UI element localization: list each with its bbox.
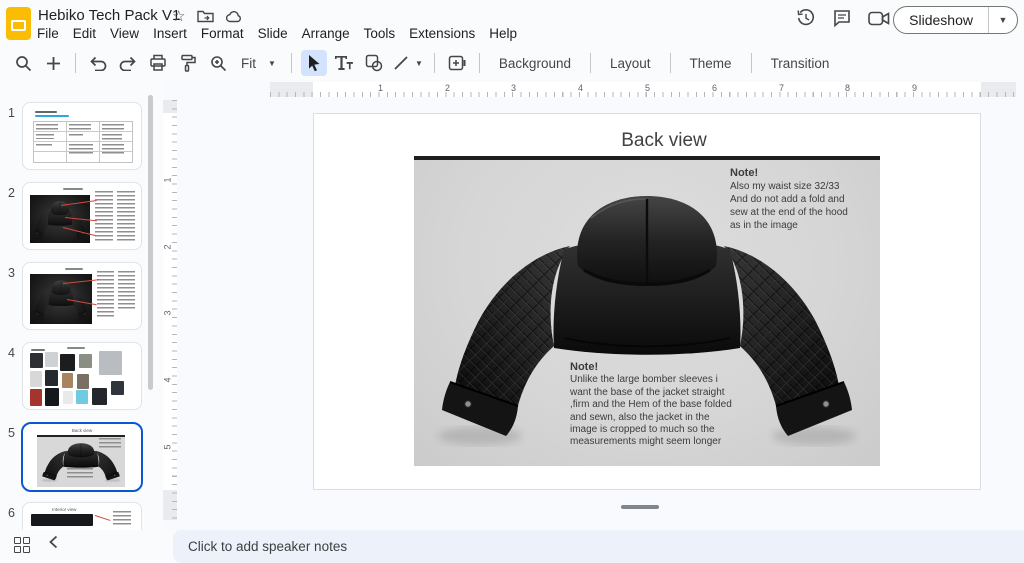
menu-insert[interactable]: Insert — [146, 24, 194, 43]
speaker-notes-placeholder[interactable]: Click to add speaker notes — [188, 539, 347, 554]
google-slides-window: Hebiko Tech Pack V1 ☆ File Edit View Ins… — [0, 0, 1024, 563]
note-bottom: Note! Unlike the large bomber sleeves i … — [570, 361, 748, 449]
search-menus-icon[interactable] — [10, 50, 36, 76]
h-ruler-2: 2 — [445, 83, 450, 93]
slideshow-button[interactable]: Slideshow — [894, 12, 988, 28]
background-button[interactable]: Background — [489, 52, 581, 75]
thumb6-caption: Interior view — [23, 507, 106, 512]
v-ruler-3: 3 — [163, 310, 173, 315]
slide-thumbnail-2[interactable] — [22, 182, 142, 250]
note-bottom-heading: Note! — [570, 361, 598, 373]
menu-edit[interactable]: Edit — [66, 24, 103, 43]
zoom-select-arrow: ▼ — [268, 59, 276, 68]
zoom-select-value: Fit — [241, 56, 256, 71]
comments-icon[interactable] — [833, 9, 851, 27]
editor-canvas: 1 2 3 4 5 6 7 8 9 1 2 3 4 5 Back view — [163, 80, 1024, 530]
redo-icon[interactable] — [115, 50, 141, 76]
main-toolbar: Fit ▼ ▼ Background Layout Theme Transiti… — [0, 47, 1024, 79]
menu-format[interactable]: Format — [194, 24, 251, 43]
note-top-right: Note! Also my waist size 32/33 And do no… — [730, 167, 878, 232]
move-folder-icon[interactable] — [197, 9, 214, 23]
star-icon[interactable]: ☆ — [172, 7, 185, 25]
v-ruler-1: 1 — [163, 177, 173, 182]
slide-thumbnail-5-selected[interactable]: Back view — [21, 422, 143, 492]
line-tool-arrow: ▼ — [415, 59, 423, 68]
text-tool-icon[interactable] — [331, 50, 357, 76]
h-ruler-8: 8 — [845, 83, 850, 93]
h-ruler-6: 6 — [712, 83, 717, 93]
slide-number-6: 6 — [8, 506, 15, 520]
slide-thumbnail-3[interactable] — [22, 262, 142, 330]
speaker-notes-panel[interactable]: Click to add speaker notes — [173, 530, 1024, 563]
slide-filmstrip: 1 2 3 4 5 6 — [0, 80, 163, 530]
h-ruler-5: 5 — [645, 83, 650, 93]
menu-tools[interactable]: Tools — [357, 24, 403, 43]
print-icon[interactable] — [145, 50, 171, 76]
v-ruler-4: 4 — [163, 377, 173, 382]
slide-number-3: 3 — [8, 266, 15, 280]
slide-number-5: 5 — [8, 426, 15, 440]
version-history-icon[interactable] — [796, 8, 816, 28]
slide-number-2: 2 — [8, 186, 15, 200]
menu-slide[interactable]: Slide — [251, 24, 295, 43]
zoom-select[interactable]: Fit ▼ — [235, 56, 282, 71]
select-tool-icon[interactable] — [301, 50, 327, 76]
menu-extensions[interactable]: Extensions — [402, 24, 482, 43]
filmstrip-scrollbar[interactable] — [148, 95, 153, 390]
slide-number-1: 1 — [8, 106, 15, 120]
menu-view[interactable]: View — [103, 24, 146, 43]
slide-title-textbox[interactable]: Back view — [331, 130, 997, 152]
h-ruler-4: 4 — [578, 83, 583, 93]
menu-arrange[interactable]: Arrange — [295, 24, 357, 43]
zoom-in-icon[interactable] — [205, 50, 231, 76]
v-ruler-5: 5 — [163, 444, 173, 449]
slideshow-dropdown-arrow[interactable]: ▼ — [988, 7, 1017, 33]
slideshow-button-group: Slideshow ▼ — [893, 6, 1018, 34]
notes-resize-handle[interactable] — [621, 505, 659, 509]
thumb5-caption: Back view — [23, 428, 141, 433]
layout-button[interactable]: Layout — [600, 52, 661, 75]
slide-thumbnail-6[interactable]: Interior view — [22, 502, 142, 530]
line-tool-icon[interactable]: ▼ — [391, 50, 425, 76]
document-title[interactable]: Hebiko Tech Pack V1 — [38, 7, 180, 24]
menu-bar: File Edit View Insert Format Slide Arran… — [30, 24, 524, 43]
undo-icon[interactable] — [85, 50, 111, 76]
slide-number-4: 4 — [8, 346, 15, 360]
h-ruler-9: 9 — [912, 83, 917, 93]
paint-format-icon[interactable] — [175, 50, 201, 76]
collapse-filmstrip-icon[interactable] — [49, 535, 58, 549]
slide-thumbnail-1[interactable] — [22, 102, 142, 170]
note-top-heading: Note! — [730, 167, 758, 179]
grid-view-icon[interactable] — [14, 537, 30, 553]
h-ruler-7: 7 — [779, 83, 784, 93]
h-ruler-3: 3 — [511, 83, 516, 93]
cloud-saved-icon[interactable] — [226, 10, 243, 23]
menu-help[interactable]: Help — [482, 24, 524, 43]
v-ruler-2: 2 — [163, 244, 173, 249]
shape-tool-icon[interactable] — [361, 50, 387, 76]
slides-logo-icon[interactable] — [6, 7, 31, 40]
zoom-add-icon[interactable] — [40, 50, 66, 76]
menu-file[interactable]: File — [30, 24, 66, 43]
jacket-back-image[interactable]: Note! Also my waist size 32/33 And do no… — [414, 156, 880, 466]
insert-textbox-icon[interactable] — [444, 50, 470, 76]
slide-page[interactable]: Back view — [313, 113, 981, 490]
bottom-bar: Click to add speaker notes — [0, 530, 1024, 563]
slide-thumbnail-4[interactable] — [22, 342, 142, 410]
transition-button[interactable]: Transition — [761, 52, 840, 75]
h-ruler-1: 1 — [378, 83, 383, 93]
theme-button[interactable]: Theme — [680, 52, 742, 75]
